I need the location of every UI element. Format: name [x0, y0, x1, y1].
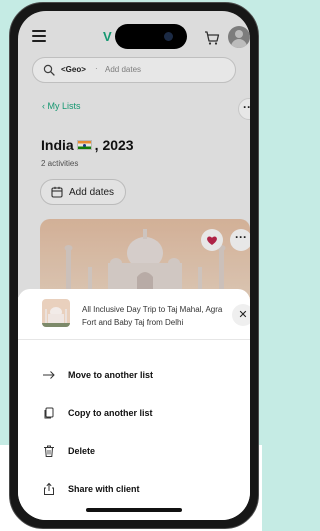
search-input[interactable]: <Geo> · Add dates [32, 57, 236, 83]
close-icon[interactable]: ✕ [232, 304, 250, 326]
list-title-suffix: , 2023 [94, 137, 134, 153]
share-icon [44, 482, 54, 495]
page-title: India , 2023 [41, 137, 134, 153]
calendar-icon [51, 186, 63, 198]
camera-icon [164, 32, 173, 41]
share-with-client-button[interactable]: Share with client [42, 477, 242, 503]
back-to-my-lists-link[interactable]: ‹ My Lists [42, 101, 81, 111]
phone-frame: V ents <Geo> · Add dates ‹ My Lists ··· … [9, 2, 259, 529]
dynamic-island [115, 24, 187, 49]
share-with-client-label: Share with client [68, 484, 140, 494]
copy-icon [44, 407, 54, 419]
menu-icon[interactable] [32, 30, 46, 42]
search-icon [43, 64, 55, 76]
activity-more-options-icon[interactable]: ··· [230, 229, 250, 251]
user-avatar-icon[interactable] [228, 26, 250, 48]
app-screen: V ents <Geo> · Add dates ‹ My Lists ··· … [18, 11, 250, 520]
move-to-another-list-button[interactable]: Move to another list [42, 363, 242, 389]
brand-logo[interactable]: V [103, 29, 112, 44]
move-to-another-list-label: Move to another list [68, 370, 154, 380]
copy-to-another-list-label: Copy to another list [68, 408, 153, 418]
list-more-options-icon[interactable]: ··· [238, 98, 250, 120]
activity-options-sheet: All Inclusive Day Trip to Taj Mahal, Agr… [18, 289, 250, 520]
cart-icon[interactable] [204, 30, 220, 46]
copy-to-another-list-button[interactable]: Copy to another list [42, 401, 242, 427]
search-separator: · [95, 64, 98, 73]
india-flag-icon [76, 140, 92, 150]
search-dates-placeholder: Add dates [105, 65, 142, 74]
trash-icon [44, 445, 54, 457]
search-location: <Geo> [61, 65, 86, 74]
sheet-divider [18, 339, 250, 340]
delete-label: Delete [68, 446, 96, 456]
add-dates-button[interactable]: Add dates [40, 179, 126, 205]
add-dates-label: Add dates [69, 187, 115, 198]
activity-thumbnail [42, 299, 70, 327]
favorite-heart-icon[interactable] [201, 229, 223, 251]
list-title-prefix: India [41, 137, 74, 153]
arrow-right-icon [43, 371, 55, 379]
activity-title: All Inclusive Day Trip to Taj Mahal, Agr… [82, 305, 223, 327]
home-indicator[interactable] [86, 508, 182, 512]
delete-button[interactable]: Delete [42, 439, 242, 465]
activities-count: 2 activities [41, 159, 79, 168]
breadcrumb-label: My Lists [47, 101, 81, 111]
